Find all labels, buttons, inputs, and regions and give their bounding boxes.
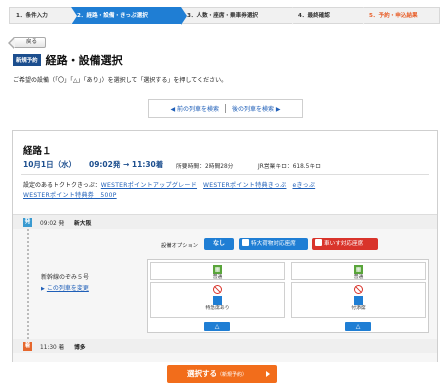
submit-button[interactable]: 選択する（新規予約） [167,365,277,383]
arrival-icon: 着 [23,341,32,351]
arrival-station: 博多 [74,344,86,351]
deal-tickets: 設定のあるトクトクきっぷ：WESTERポイントアップグレード WESTERポイン… [23,181,323,201]
step-4: 4．最終確認 [292,7,369,25]
seat-cell-left-bottom: 特急席あり [150,282,285,318]
submit-sub-label: （新規予約） [217,372,248,378]
instruction-text: ご希望の設備（「〇」「△」「あり」）を選択して「選択する」を押してください。 [13,77,228,84]
wheelchair-seat-icon [354,296,363,305]
step-2-label: 2．経路・設備・きっぷ選択 [77,13,148,19]
deal-link-e-ticket[interactable]: eきっぷ [292,182,315,189]
change-train-link[interactable]: ▶ この列車を変更 [41,283,89,292]
seat-caption: 普通 [212,275,223,280]
deal-link-upgrade[interactable]: WESTERポイントアップグレード [101,182,197,189]
route-title: 経路１ [23,146,52,157]
submit-label: 選択する [187,369,217,378]
deal-link-point-ticket[interactable]: WESTERポイント特典きっぷ [203,182,286,189]
no-smoking-icon [354,285,363,294]
seat-icon: ▦ [213,265,222,274]
luggage-icon [242,239,249,246]
departure-row: 発 09:02 発 新大阪 [13,215,437,229]
seat-select-right[interactable]: △ [345,322,371,331]
triangle-right-icon: ▶ [41,286,45,292]
segment-area: 発 09:02 発 新大阪 新幹線のぞみ５号 ▶ この列車を変更 設備オプション … [13,214,437,362]
page-header: 新規予約 経路・設備選択 [13,53,123,67]
step-2-current: 2．経路・設備・きっぷ選択 [71,7,187,25]
deal-link-500p[interactable]: WESTERポイント特典券 500P [23,192,117,199]
train-name: 新幹線のぞみ５号 [41,274,90,281]
seat-caption: 特急席あり [205,306,230,311]
step-3-label: 3．人数・座席・乗車券選択 [187,13,259,19]
wheelchair-seat-icon [213,296,222,305]
step-4-label: 4．最終確認 [298,13,330,19]
arrival-row: 着 11:30 着 博多 [13,339,437,353]
equipment-label: 設備オプション [161,243,199,249]
separator [225,104,226,113]
step-5-label: 5．予約・申込結果 [369,13,418,19]
seat-caption: 付添席 [351,306,366,311]
step-5: 5．予約・申込結果 [363,7,440,24]
seat-map: ▦ 普通 ▦ 普通 特急席あり 付添席 △ △ [147,259,429,333]
wheelchair-icon [315,239,322,246]
wheelchair-label: 車いす対応座席 [324,241,364,247]
progress-steps: 1．条件入力 2．経路・設備・きっぷ選択 3．人数・座席・乗車券選択 4．最終確… [9,7,440,25]
route-panel: 経路１ 10月1日（水） 09:02発 → 11:30着 所要時間：2時間28分… [12,130,438,362]
deals-prefix: 設定のあるトクトクきっぷ： [23,182,101,189]
equipment-none-button[interactable]: なし [204,238,234,250]
seat-select-left[interactable]: △ [204,322,230,331]
departure-station: 新大阪 [74,220,92,227]
seat-cell-right-top: ▦ 普通 [291,262,426,280]
no-smoking-icon [213,285,222,294]
equipment-luggage-button[interactable]: 特大荷物対応座席 [239,238,308,250]
arrow-right-icon [266,371,270,377]
route-time: 09:02発 → 11:30着 [89,160,164,169]
seat-cell-right-bottom: 付添席 [291,282,426,318]
step-1: 1．条件入力 [9,7,77,25]
arrival-time: 11:30 着 [40,344,65,351]
equipment-wheelchair-button[interactable]: 車いす対応座席 [312,238,378,250]
luggage-label: 特大荷物対応座席 [251,241,296,247]
page-title: 経路・設備選択 [45,54,123,67]
prev-train-link[interactable]: ◀ 前の列車を検索 [170,104,219,113]
step-3: 3．人数・座席・乗車券選択 [181,7,298,25]
seat-icon: ▦ [354,265,363,274]
divider [21,174,429,175]
back-button[interactable]: 戻る [8,37,46,49]
route-distance: JR営業キロ：618.5キロ [258,164,321,170]
seat-caption: 普通 [353,275,364,280]
route-duration: 所要時間：2時間28分 [176,164,234,170]
change-train-label: この列車を変更 [46,285,89,292]
departure-icon: 発 [23,217,32,227]
new-reservation-badge: 新規予約 [13,54,41,66]
train-search-nav: ◀ 前の列車を検索 後の列車を検索 ▶ [148,99,303,118]
route-date: 10月1日（水） [23,160,77,169]
seat-cell-left-top: ▦ 普通 [150,262,285,280]
next-train-link[interactable]: 後の列車を検索 ▶ [232,104,281,113]
train-line [27,229,29,339]
departure-time: 09:02 発 [40,220,65,227]
step-1-label: 1．条件入力 [16,13,48,19]
